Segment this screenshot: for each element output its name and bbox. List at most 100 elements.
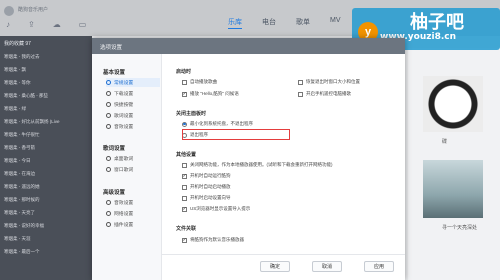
checkbox[interactable]	[298, 91, 303, 97]
offline-mode-checkbox[interactable]: 关闭网络功能，作为本地播放器使用。(试听和下载会重新打开网络功能)	[182, 162, 333, 168]
music-note-icon[interactable]: ♪	[6, 20, 10, 29]
list-item[interactable]: 寒烟柔 - 桑心酷 - 那些	[4, 93, 48, 99]
list-item[interactable]: 寒烟柔 - 绿	[4, 106, 26, 112]
album-art[interactable]	[423, 160, 483, 218]
tab-library[interactable]: 乐库	[228, 17, 242, 29]
checkbox[interactable]: ✓	[182, 91, 187, 97]
list-item[interactable]: 寒烟柔 - 我的过去	[4, 54, 40, 60]
wizard-checkbox[interactable]: 开机时启动设置向导	[182, 195, 231, 201]
equalizer-icon	[106, 200, 111, 205]
checkbox[interactable]: ✓	[182, 237, 187, 243]
dialog-footer: 确定 取消 应用	[162, 254, 405, 280]
song-list-header: 我的收藏 97	[4, 41, 31, 47]
option-label: 恢复退出时窗口大小和位置	[306, 79, 360, 84]
option-label: 自动播放歌曲	[190, 79, 217, 84]
list-item[interactable]: 寒烟柔 - 在海边	[4, 171, 35, 177]
upload-icon[interactable]: ⇪	[28, 20, 35, 29]
sidebar-item-label: 插件设置	[114, 223, 134, 228]
download-icon	[106, 91, 111, 96]
auto-play-checkbox[interactable]: 自动播放歌曲	[182, 79, 217, 85]
checkbox[interactable]: ✓	[182, 173, 187, 179]
checkbox[interactable]	[298, 79, 303, 85]
section-other: 其他设置	[176, 152, 197, 158]
section-startup: 启动时	[176, 69, 192, 75]
cloud-icon[interactable]: ☁	[53, 20, 61, 29]
list-item[interactable]: 寒烟柔 - 天涯	[4, 236, 31, 242]
section-file-assoc: 文件关联	[176, 226, 197, 232]
list-item[interactable]: 寒烟柔 - 说好的幸福	[4, 223, 44, 229]
gear-icon	[106, 80, 111, 85]
list-item[interactable]: 寒烟柔 - 好比从前飘扬 (Live	[4, 119, 60, 125]
sidebar-item-plugins[interactable]: 插件设置	[106, 220, 160, 229]
default-player-checkbox[interactable]: ✓ 将酷狗作为默认音乐播放器	[182, 237, 244, 243]
album-title[interactable]: 寻一个天亮深处	[442, 224, 477, 231]
dialog-title: 选项设置	[100, 45, 123, 51]
sidebar-item-lyrics-basic[interactable]: 歌词设置	[106, 111, 160, 120]
plugin-icon	[106, 222, 111, 227]
sidebar-item-label: 网络设置	[114, 212, 134, 217]
sidebar-section-basic: 基本设置	[103, 70, 126, 76]
checkbox[interactable]	[182, 162, 187, 168]
sidebar-item-label: 音效设置	[114, 125, 134, 130]
sidebar-item-general[interactable]: 常规设置	[106, 78, 160, 87]
sidebar-item-sound-basic[interactable]: 音效设置	[106, 122, 160, 131]
sidebar-item-hotkeys[interactable]: 快捷按键	[106, 100, 160, 109]
ok-button[interactable]: 确定	[260, 261, 290, 272]
sidebar-section-advanced: 高级设置	[103, 190, 126, 196]
phone-remote-checkbox[interactable]: 开启手机遥控电脑播歌	[298, 91, 351, 97]
highlight-box	[182, 129, 290, 140]
sidebar-item-window-lyrics[interactable]: 窗口歌词	[106, 165, 160, 174]
minimize-tray-radio[interactable]: 最小化到系统托盘，不退出程序	[182, 121, 253, 127]
list-item[interactable]: 寒烟柔 - 最后一个	[4, 249, 40, 255]
sidebar-item-label: 歌词设置	[114, 114, 134, 119]
album-art[interactable]	[423, 76, 483, 132]
list-item[interactable]: 寒烟柔 - 等你	[4, 80, 31, 86]
song-list-panel: 我的收藏 97 寒烟柔 - 我的过去 寒烟柔 - 飘 寒烟柔 - 等你 寒烟柔 …	[0, 36, 92, 280]
restore-window-checkbox[interactable]: 恢复退出时窗口大小和位置	[298, 79, 360, 85]
section-close: 关闭主面板时	[176, 111, 207, 117]
list-item[interactable]: 寒烟柔 - 天亮了	[4, 210, 35, 216]
lyrics-icon	[106, 113, 111, 118]
list-item[interactable]: 寒烟柔 - 牛仔很忙	[4, 132, 40, 138]
list-item[interactable]: 寒烟柔 - 那时候的	[4, 197, 40, 203]
cancel-button[interactable]: 取消	[312, 261, 342, 272]
option-label: 关闭网络功能，作为本地播放器使用。(试听和下载会重新打开网络功能)	[190, 162, 333, 167]
list-item[interactable]: 寒烟柔 - 遥远的她	[4, 184, 40, 190]
list-item[interactable]: 寒烟柔 - 飘	[4, 67, 26, 73]
hello-greeting-checkbox[interactable]: ✓ 播放 "Hello,酷狗" 问候语	[182, 91, 239, 97]
sound-icon	[106, 124, 111, 129]
radio[interactable]	[182, 121, 187, 127]
sidebar-item-label: 下载设置	[114, 92, 134, 97]
sidebar-item-label: 窗口歌词	[114, 168, 134, 173]
option-label: 播放 "Hello,酷狗" 问候语	[190, 91, 239, 96]
sidebar-item-download[interactable]: 下载设置	[106, 89, 160, 98]
checkbox[interactable]: ✓	[182, 206, 187, 212]
sidebar-item-sound[interactable]: 音效设置	[106, 198, 160, 207]
autoplay-boot-checkbox[interactable]: 开机时自动启动播放	[182, 184, 231, 190]
sidebar-item-desktop-lyrics[interactable]: 桌面歌词	[106, 154, 160, 163]
import-hint-checkbox[interactable]: ✓ US浏览器时显示设置导入提示	[182, 206, 250, 212]
sidebar-item-label: 常规设置	[114, 81, 134, 86]
settings-dialog: 选项设置 基本设置 常规设置 下载设置 快捷按键 歌词设置 音效设置 歌词设置 …	[92, 38, 405, 280]
autostart-checkbox[interactable]: ✓ 开机时自动运行酷狗	[182, 173, 231, 179]
list-item[interactable]: 寒烟柔 - 香弓箭	[4, 145, 35, 151]
list-item[interactable]: 寒烟柔 - 今日	[4, 158, 31, 164]
album-title[interactable]: 碟	[442, 138, 447, 145]
sidebar-item-network[interactable]: 网络设置	[106, 209, 160, 218]
checkbox[interactable]	[182, 184, 187, 190]
tab-radio[interactable]: 电台	[262, 17, 276, 29]
device-icon[interactable]: ▭	[79, 20, 87, 29]
tab-mv[interactable]: MV	[330, 17, 341, 29]
tab-playlist[interactable]: 歌单	[296, 17, 310, 29]
checkbox[interactable]	[182, 79, 187, 85]
option-label: 开机时自动启动播放	[190, 184, 231, 189]
desktop-icon	[106, 156, 111, 161]
network-icon	[106, 211, 111, 216]
option-label: 将酷狗作为默认音乐播放器	[190, 237, 244, 242]
user-name: 酷狗音乐用户	[18, 7, 49, 13]
apply-button[interactable]: 应用	[364, 261, 394, 272]
checkbox[interactable]	[182, 195, 187, 201]
dialog-titlebar[interactable]: 选项设置	[92, 38, 405, 54]
avatar[interactable]	[4, 6, 14, 16]
settings-sidebar: 基本设置 常规设置 下载设置 快捷按键 歌词设置 音效设置 歌词设置 桌面歌词 …	[92, 54, 162, 280]
